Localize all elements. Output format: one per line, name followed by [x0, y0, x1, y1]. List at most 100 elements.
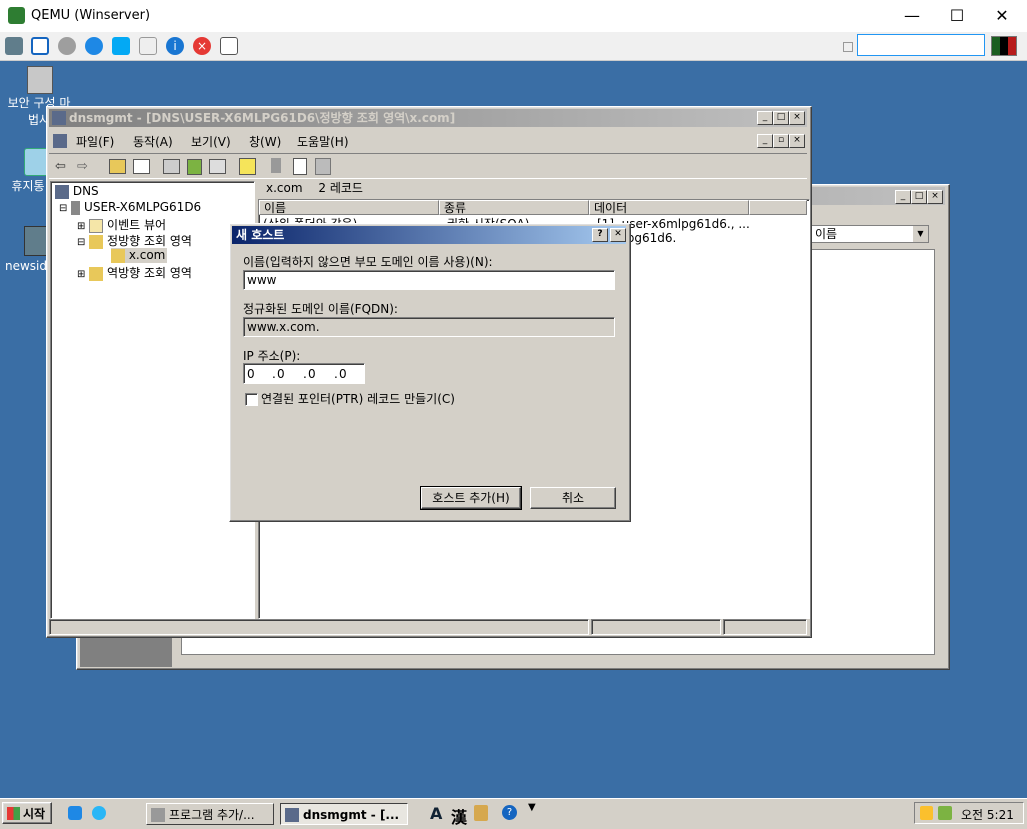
- tree-item-dns[interactable]: DNS: [55, 184, 99, 199]
- host-minimize-button[interactable]: —: [892, 6, 932, 25]
- child-restore-button[interactable]: ▫: [773, 134, 789, 148]
- column-header-data[interactable]: 데이터: [589, 200, 749, 215]
- host-toolbar: i ×: [0, 32, 1027, 61]
- quicklaunch-browser-icon[interactable]: [92, 806, 106, 820]
- ip-label: IP 주소(P):: [243, 349, 301, 363]
- up-folder-icon[interactable]: [109, 159, 126, 174]
- ip-octet-1[interactable]: 0: [247, 365, 255, 383]
- menu-file[interactable]: 파일(F): [76, 133, 114, 150]
- back-arrow-icon[interactable]: ⇦: [55, 159, 66, 174]
- ime-mode-indicator[interactable]: A: [430, 804, 442, 823]
- bg-minimize-button[interactable]: _: [895, 190, 911, 204]
- collapse-icon[interactable]: ⊟: [77, 237, 85, 248]
- ptr-checkbox-label[interactable]: 연결된 포인터(PTR) 레코드 만들기(C): [261, 390, 455, 407]
- bg-maximize-button[interactable]: □: [911, 190, 927, 204]
- ime-pad-icon[interactable]: [474, 805, 488, 821]
- ptr-checkbox[interactable]: [245, 393, 258, 406]
- mmc-app-icon: [52, 111, 66, 125]
- dialog-title: 새 호스트: [236, 228, 285, 242]
- ip-octet-3[interactable]: 0: [308, 365, 316, 383]
- tree-item-label: 역방향 조회 영역: [107, 266, 192, 280]
- menu-action[interactable]: 동작(A): [133, 133, 173, 150]
- ip-octet-2[interactable]: 0: [277, 365, 285, 383]
- host-search-input[interactable]: [857, 34, 985, 56]
- ime-hanja-indicator[interactable]: 漢: [451, 804, 467, 828]
- small-toggle-icon[interactable]: [843, 42, 853, 52]
- refresh-icon[interactable]: [85, 37, 103, 55]
- fqdn-field: www.x.com.: [243, 317, 615, 337]
- dns-menu-icon[interactable]: [53, 134, 67, 148]
- help-book-icon[interactable]: [239, 158, 256, 175]
- sort-dropdown-value: 이름: [815, 227, 838, 241]
- gear-icon[interactable]: [58, 37, 76, 55]
- host-close-button[interactable]: ✕: [982, 6, 1022, 25]
- column-header-type[interactable]: 종류: [439, 200, 589, 215]
- security-wizard-icon[interactable]: [27, 66, 53, 94]
- taskbar-item-add-programs[interactable]: 프로그램 추가/...: [146, 803, 274, 825]
- security-shield-icon[interactable]: [920, 806, 933, 820]
- server-icon[interactable]: [271, 158, 281, 173]
- tree-item-server[interactable]: ⊟ USER-X6MLPG61D6: [59, 200, 201, 215]
- document-icon[interactable]: [293, 158, 307, 175]
- ip-separator: .: [303, 367, 307, 381]
- child-minimize-button[interactable]: _: [757, 134, 773, 148]
- host-maximize-button[interactable]: ☐: [937, 6, 977, 25]
- info-icon[interactable]: i: [166, 37, 184, 55]
- tree-item-zone[interactable]: x.com: [111, 248, 168, 263]
- export-list-icon[interactable]: [209, 159, 226, 174]
- menu-window[interactable]: 창(W): [249, 133, 281, 150]
- stop-icon[interactable]: ×: [193, 37, 211, 55]
- status-bar: [49, 619, 807, 635]
- ime-options-icon[interactable]: ▼: [528, 803, 536, 813]
- bg-close-button[interactable]: ×: [927, 190, 943, 204]
- network-icon[interactable]: [938, 806, 952, 820]
- add-host-button[interactable]: 호스트 추가(H): [420, 486, 522, 510]
- mmc-maximize-button[interactable]: □: [773, 111, 789, 125]
- taskbar-item-dnsmgmt[interactable]: dnsmgmt - [...: [280, 803, 408, 825]
- menu-view[interactable]: 보기(V): [191, 133, 231, 150]
- host-window-title: QEMU (Winserver): [31, 8, 151, 23]
- server-node-icon: [71, 200, 81, 215]
- drive-icon[interactable]: [139, 37, 157, 55]
- dns-manager-titlebar: dnsmgmt - [DNS\USER-X6MLPG61D6\정방향 조회 영역…: [49, 109, 807, 127]
- ip-octet-4[interactable]: 0: [339, 365, 347, 383]
- refresh-list-icon[interactable]: [187, 159, 202, 175]
- sort-dropdown[interactable]: 이름 ▼: [811, 225, 929, 243]
- show-tree-icon[interactable]: [133, 159, 150, 174]
- menu-bar: 파일(F) 동작(A) 보기(V) 창(W) 도움말(H) _ ▫ ×: [49, 131, 807, 151]
- quicklaunch-ie-icon[interactable]: [68, 806, 82, 820]
- mmc-close-button[interactable]: ×: [789, 111, 805, 125]
- new-host-dialog: 새 호스트 ? ✕ 이름(입력하지 않으면 부모 도메인 이름 사용)(N): …: [229, 223, 631, 522]
- copy-icon[interactable]: [315, 158, 331, 175]
- tree-item-forward-zone[interactable]: ⊟ 정방향 조회 영역: [77, 232, 192, 249]
- mmc-minimize-button[interactable]: _: [757, 111, 773, 125]
- host-name-input[interactable]: [243, 270, 615, 290]
- start-button[interactable]: 시작: [2, 802, 52, 824]
- child-close-button[interactable]: ×: [789, 134, 805, 148]
- help-icon[interactable]: ?: [502, 805, 517, 820]
- folder-icon: [89, 234, 104, 249]
- expand-icon[interactable]: ⊞: [77, 269, 85, 280]
- cancel-button[interactable]: 취소: [530, 487, 616, 509]
- properties-icon[interactable]: [163, 159, 180, 174]
- dialog-close-button[interactable]: ✕: [610, 228, 626, 242]
- collapse-icon[interactable]: ⊟: [59, 203, 67, 214]
- clipboard-icon[interactable]: [220, 37, 238, 55]
- system-tray: 오전 5:21: [914, 802, 1024, 824]
- menu-help[interactable]: 도움말(H): [297, 133, 349, 150]
- ip-address-field[interactable]: 0 . 0 . 0 . 0: [243, 363, 365, 384]
- desktop-icon-label: 휴지통: [11, 179, 45, 193]
- settings-cubes-icon[interactable]: [5, 37, 23, 55]
- forward-arrow-icon[interactable]: ⇨: [77, 159, 88, 174]
- color-indicator-icon[interactable]: [991, 36, 1017, 56]
- dialog-help-button[interactable]: ?: [592, 228, 608, 242]
- expand-icon[interactable]: ⊞: [77, 221, 85, 232]
- windows-icon[interactable]: [112, 37, 130, 55]
- tree-item-event-viewer[interactable]: ⊞ 이벤트 뷰어: [77, 216, 166, 233]
- taskbar-item-label: dnsmgmt - [...: [303, 808, 400, 822]
- dialog-titlebar: 새 호스트: [232, 226, 626, 244]
- tree-item-reverse-zone[interactable]: ⊞ 역방향 조회 영역: [77, 264, 192, 281]
- column-header-name[interactable]: 이름: [259, 200, 439, 215]
- fullscreen-icon[interactable]: [31, 37, 49, 55]
- chevron-down-icon[interactable]: ▼: [913, 226, 928, 242]
